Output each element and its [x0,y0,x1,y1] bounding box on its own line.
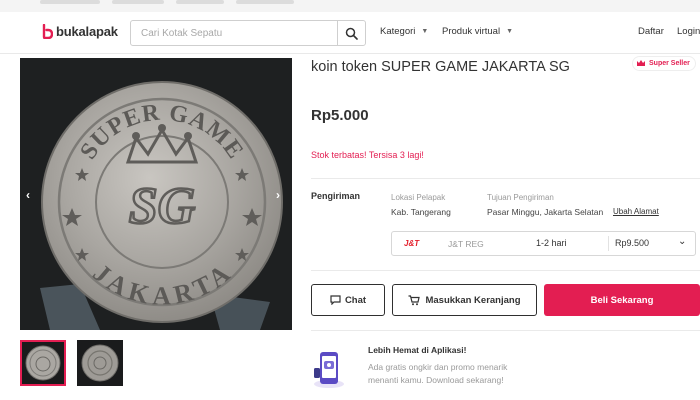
nav-daftar-label: Daftar [638,26,664,37]
divider [311,330,700,331]
arrow-left-icon[interactable]: ‹ [26,188,30,202]
bukalapak-logo[interactable]: bukalapak [42,24,118,39]
promo-text: Ada gratis ongkir dan promo menarik mena… [368,362,508,385]
bukalapak-logo-icon [42,24,53,39]
search-input[interactable] [131,21,337,45]
product-main-image[interactable]: SUPER GAME JAKARTA SG ‹ › [20,58,292,330]
destination-value: Pasar Minggu, Jakarta Selatan [487,207,604,217]
divider [311,270,700,271]
courier-service: J&T REG [448,239,484,249]
divider [311,178,700,179]
chat-button[interactable]: Chat [311,284,385,316]
app-phone-icon [314,352,344,388]
thumbnail-2[interactable] [77,340,123,386]
nav-kategori-label: Kategori [380,26,416,37]
logo-text: bukalapak [56,24,118,39]
add-to-cart-button[interactable]: Masukkan Keranjang [392,284,537,316]
thumbnail-1-image [25,345,61,381]
jnt-logo: J&T [404,239,420,248]
courier-select[interactable]: J&T J&T REG 1-2 hari Rp9.500 ⌄ [391,231,696,256]
nav-produk-virtual-label: Produk virtual [442,26,501,37]
product-title: koin token SUPER GAME JAKARTA SG [311,59,570,75]
courier-price: Rp9.500 [615,238,650,248]
super-seller-label: Super Seller [649,60,690,67]
thumbnail-1[interactable] [20,340,66,386]
chevron-down-icon: ⌄ [678,236,687,247]
nav-login[interactable]: Login [677,26,700,37]
shipping-label: Pengiriman [311,191,361,201]
search-bar [130,20,366,46]
nav-daftar[interactable]: Daftar [638,26,664,37]
chevron-down-icon: ▼ [506,28,514,35]
super-seller-icon [637,60,645,66]
arrow-right-icon[interactable]: › [276,188,280,202]
thumbnail-2-image [81,344,119,382]
destination-label: Tujuan Pengiriman [487,193,554,202]
stock-notice: Stok terbatas! Tersisa 3 lagi! [311,150,424,160]
nav-login-label: Login [677,26,700,37]
buy-now-label: Beli Sekarang [590,294,654,306]
origin-label: Lokasi Pelapak [391,193,446,202]
top-utility-bar [0,0,700,12]
super-seller-badge: Super Seller [632,56,696,71]
product-price: Rp5.000 [311,107,369,124]
courier-eta: 1-2 hari [536,238,567,248]
coin-illustration: SUPER GAME JAKARTA SG [20,58,292,330]
origin-value: Kab. Tangerang [391,207,451,217]
chevron-down-icon: ▼ [421,28,429,35]
buy-now-button[interactable]: Beli Sekarang [544,284,700,316]
cart-icon [408,294,421,305]
promo-title: Lebih Hemat di Aplikasi! [368,345,467,355]
add-to-cart-label: Masukkan Keranjang [425,294,521,306]
chat-icon [330,295,341,305]
search-button[interactable] [337,21,365,45]
divider [608,236,609,251]
nav-kategori[interactable]: Kategori ▼ [380,26,428,37]
search-icon [345,27,358,40]
header: bukalapak Kategori ▼ Produk virtual ▼ Da… [0,12,700,54]
chat-label: Chat [344,294,367,306]
change-address-link[interactable]: Ubah Alamat [613,207,659,216]
nav-produk-virtual[interactable]: Produk virtual ▼ [442,26,513,37]
coin-monogram: SG [129,178,195,235]
